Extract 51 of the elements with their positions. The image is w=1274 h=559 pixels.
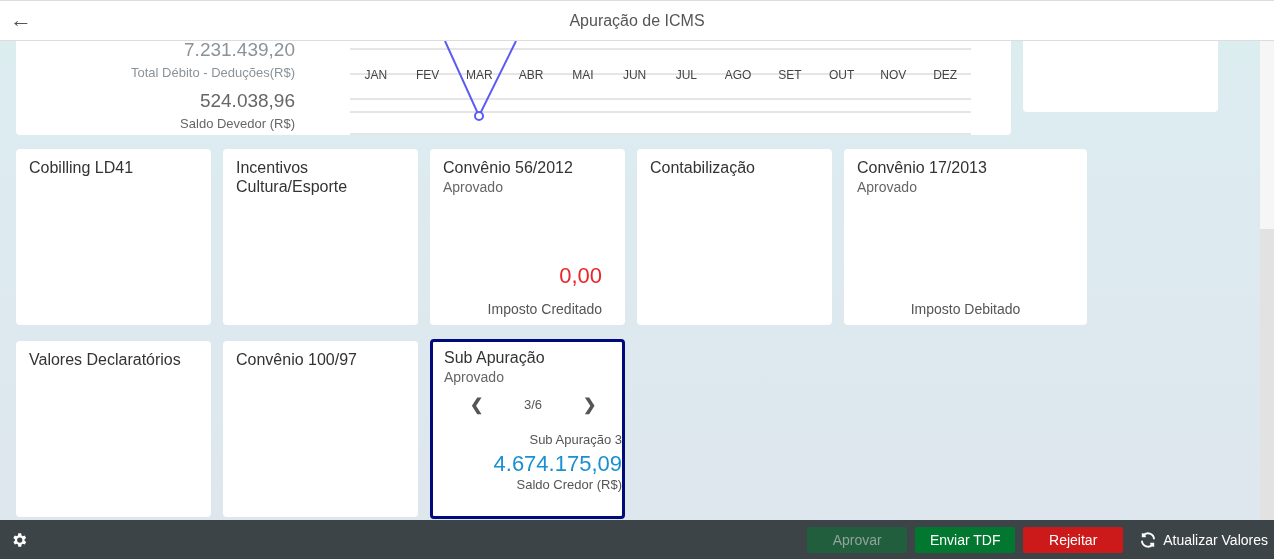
action-button[interactable]: Enviar TDF bbox=[915, 526, 1016, 553]
refresh-button[interactable]: Atualizar Valores bbox=[1131, 530, 1268, 549]
month-label: SET bbox=[777, 68, 803, 82]
previous-button[interactable]: ❮ bbox=[470, 395, 484, 414]
card-title: Sub Apuração bbox=[444, 348, 546, 367]
summary-value: 7.231.439,20 bbox=[184, 41, 295, 61]
card-title: Convênio 100/97 bbox=[236, 350, 358, 369]
card-value: 4.674.175,09 bbox=[493, 451, 622, 477]
refresh-icon bbox=[1139, 530, 1158, 549]
card-title: Cobilling LD41 bbox=[29, 158, 135, 177]
card[interactable]: Convênio 56/2012 Aprovado 0,00 Imposto Creditado bbox=[430, 149, 625, 325]
card[interactable]: Convênio 100/97 bbox=[223, 341, 418, 517]
month-label: JUN bbox=[621, 68, 648, 82]
card[interactable]: Cobilling LD41 bbox=[16, 149, 211, 325]
month-label: JAN bbox=[363, 68, 389, 82]
card-caption: Saldo Credor (R$) bbox=[516, 477, 622, 492]
card-status: Aprovado bbox=[443, 179, 504, 195]
card[interactable]: Sub Apuração Aprovado ❮ 3/6 ❯ Sub Apuração 3 4.674.175,09 Saldo Credor (R$) bbox=[430, 339, 625, 519]
card-status: Aprovado bbox=[444, 369, 505, 385]
month-label: MAI bbox=[571, 68, 595, 82]
card-caption: Imposto Creditado bbox=[487, 301, 603, 317]
card-value: 0,00 bbox=[559, 263, 603, 289]
summary-caption: Saldo Devedor (R$) bbox=[180, 116, 295, 131]
card-title: Incentivos Cultura/Esporte bbox=[236, 158, 349, 196]
summary-value: 524.038,96 bbox=[199, 90, 295, 112]
card-subtitle: Sub Apuração 3 bbox=[529, 432, 622, 447]
page-indicator: 3/6 bbox=[523, 397, 543, 412]
month-label: AGO bbox=[723, 68, 753, 82]
month-label: DEZ bbox=[932, 68, 959, 82]
month-label: MAR bbox=[465, 68, 494, 82]
month-label: JUL bbox=[674, 68, 699, 82]
page-title: Apuração de ICMS bbox=[569, 11, 705, 30]
scrollbar[interactable] bbox=[1260, 41, 1274, 520]
card[interactable]: Contabilização bbox=[637, 149, 832, 325]
card[interactable]: Valores Declaratórios bbox=[16, 341, 211, 517]
month-label: FEV bbox=[414, 68, 441, 82]
back-button[interactable]: ← bbox=[6, 7, 36, 33]
next-button[interactable]: ❯ bbox=[582, 395, 596, 414]
card-title: Convênio 17/2013 bbox=[857, 158, 988, 177]
card-title: Convênio 56/2012 bbox=[443, 158, 574, 177]
card-status: Aprovado bbox=[857, 179, 918, 195]
card-caption: Imposto Debitado bbox=[910, 301, 1021, 317]
month-label: OUT bbox=[827, 68, 856, 82]
card-title: Valores Declaratórios bbox=[29, 350, 182, 369]
card[interactable]: Convênio 17/2013 Aprovado Imposto Debitado bbox=[844, 149, 1087, 325]
card-title: Contabilização bbox=[650, 158, 756, 177]
action-button[interactable]: Rejeitar bbox=[1023, 526, 1124, 553]
month-label: ABR bbox=[517, 68, 545, 82]
month-label: NOV bbox=[879, 68, 908, 82]
card[interactable]: Incentivos Cultura/Esporte bbox=[223, 149, 418, 325]
summary-caption: Total Débito - Deduções(R$) bbox=[130, 65, 295, 80]
